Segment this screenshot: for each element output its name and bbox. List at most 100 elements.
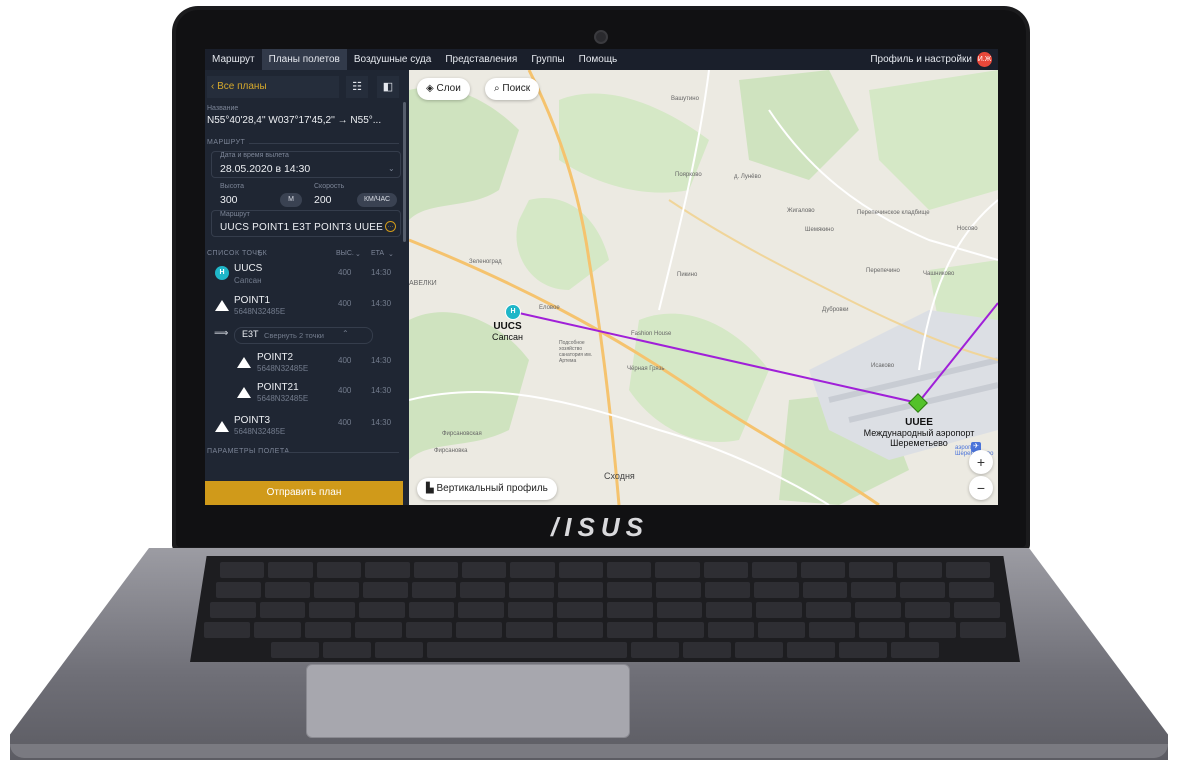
col-eta[interactable]: ETA [371,250,384,257]
place-label: Сходня [604,471,635,481]
place-label: Еловое [539,305,560,311]
vertical-profile-button[interactable]: ▙ Вертикальный профиль [417,478,557,500]
point-alt: 400 [338,299,352,308]
panel-toggle-icon[interactable]: ◧ [377,76,399,98]
point-name: POINT3 [234,415,271,426]
route-value: UUCS POINT1 E3T POINT3 UUEE [220,222,384,233]
flight-plan-sidebar: ‹ Все планы ☷ ◧ Название N55°40'28,4'' W… [205,70,409,505]
col-altitude[interactable]: ВЫС. [336,250,354,257]
list-view-icon[interactable]: ☷ [346,76,368,98]
point-alt: 400 [338,386,352,395]
plan-name[interactable]: N55°40'28,4'' W037°17'45,2'' → N55°... [207,115,381,126]
brand-logo: /ISUS [551,512,649,542]
vertical-profile-label: Вертикальный профиль [436,483,548,494]
trackpad [306,664,630,738]
point-name: UUCS [234,263,263,274]
point-eta: 14:30 [371,418,392,427]
speed-value[interactable]: 200 [314,194,332,206]
name-label: Название [207,105,239,112]
nav-flight-plans[interactable]: Планы полетов [261,49,347,70]
section-params: ПАРАМЕТРЫ ПОЛЕТА [207,448,290,455]
refresh-icon[interactable]: ↻ [257,250,263,258]
place-label: Чёрная Грязь [627,366,665,372]
place-label: Перепечино [866,268,900,274]
avatar[interactable]: И.Ж [977,52,992,67]
zoom-in-button[interactable]: + [969,450,993,474]
group-collapse[interactable]: Свернуть 2 точки [264,331,324,340]
point-alt: 400 [338,356,352,365]
place-label: Чашниково [923,271,955,277]
back-to-plans-button[interactable]: ‹ Все планы [207,76,339,98]
place-label: Фирсановка [434,448,468,454]
profile-settings-link[interactable]: Профиль и настройки [870,49,972,70]
altitude-unit[interactable]: М [280,193,302,207]
zoom-out-button[interactable]: − [969,476,993,500]
nav-help[interactable]: Помощь [572,49,625,70]
nav-groups[interactable]: Группы [524,49,571,70]
place-label: Fashion House [631,331,672,337]
send-plan-button[interactable]: Отправить план [205,481,403,505]
point-sub: 5648N32485E [257,364,309,373]
point-name: POINT1 [234,295,271,306]
place-label: Шемякино [805,227,834,233]
place-label: Жигалово [787,208,815,214]
route-more-icon[interactable]: … [385,221,396,232]
point-sub: 5648N32485E [234,307,286,316]
origin-label: UUCS Сапсан [492,321,523,342]
point-eta: 14:30 [371,299,392,308]
point-eta: 14:30 [371,356,392,365]
search-label: Поиск [502,83,531,94]
chart-icon: ▙ [426,483,434,494]
nav-route[interactable]: Маршрут [205,49,262,70]
altitude-label: Высота [220,183,245,190]
route-label: Маршрут [220,211,250,218]
webcam-icon [594,30,608,44]
altitude-value[interactable]: 300 [220,194,238,206]
nav-aircraft[interactable]: Воздушные суда [347,49,438,70]
helipad-icon: H [215,266,229,280]
place-label: АВЕЛКИ [409,280,437,287]
chevron-down-icon: ⌄ [388,251,394,258]
place-label: д. Лунёво [734,174,761,180]
speed-label: Скорость [314,183,345,190]
waypoint-triangle-icon [215,300,229,311]
map-view[interactable]: ◈ Слои ⌕ Поиск Вашутино Поярково д. Лунё… [409,70,998,505]
search-button[interactable]: ⌕ Поиск [485,78,540,100]
point-sub: Сапсан [234,276,262,285]
place-label: Поярково [675,172,702,178]
speed-unit[interactable]: КМ/ЧАС [357,193,397,207]
divider [249,143,399,144]
dest-code: UUEE [905,417,933,428]
origin-code: UUCS [493,321,522,332]
layers-button[interactable]: ◈ Слои [417,78,470,100]
chevron-down-icon: ⌄ [388,164,395,173]
point-eta: 14:30 [371,268,392,277]
datetime-label: Дата и время вылета [220,152,289,159]
dest-name2: Шереметьево [890,438,948,448]
place-label: Подсобное хозяйство санатория им. Артема [559,340,593,364]
layers-icon: ◈ [426,83,434,94]
place-label: Дубровки [822,307,849,313]
chevron-up-icon: ⌃ [342,329,349,338]
destination-label: UUEE Международный аэропорт Шереметьево [849,417,989,448]
app-screen: Маршрут Планы полетов Воздушные суда Пре… [205,49,998,505]
group-name: E3T [242,329,259,339]
point-name: POINT21 [257,382,299,393]
waypoint-triangle-icon [237,387,251,398]
point-name: POINT2 [257,352,294,363]
point-alt: 400 [338,418,352,427]
place-label: Исаково [871,363,895,369]
sidebar-scrollbar[interactable] [403,102,406,242]
laptop-front-edge [10,744,1168,758]
divider [283,452,399,453]
nav-views[interactable]: Представления [438,49,524,70]
place-label: Зеленоград [469,259,502,265]
section-route: МАРШРУТ [207,139,246,146]
dest-name: Международный аэропорт [863,428,975,438]
waypoint-triangle-icon [215,421,229,432]
datetime-value: 28.05.2020 в 14:30 [220,163,311,175]
origin-helipad-icon[interactable]: H [505,304,521,320]
point-alt: 400 [338,268,352,277]
keyboard [190,556,1020,662]
top-nav: Маршрут Планы полетов Воздушные суда Пре… [205,49,998,70]
